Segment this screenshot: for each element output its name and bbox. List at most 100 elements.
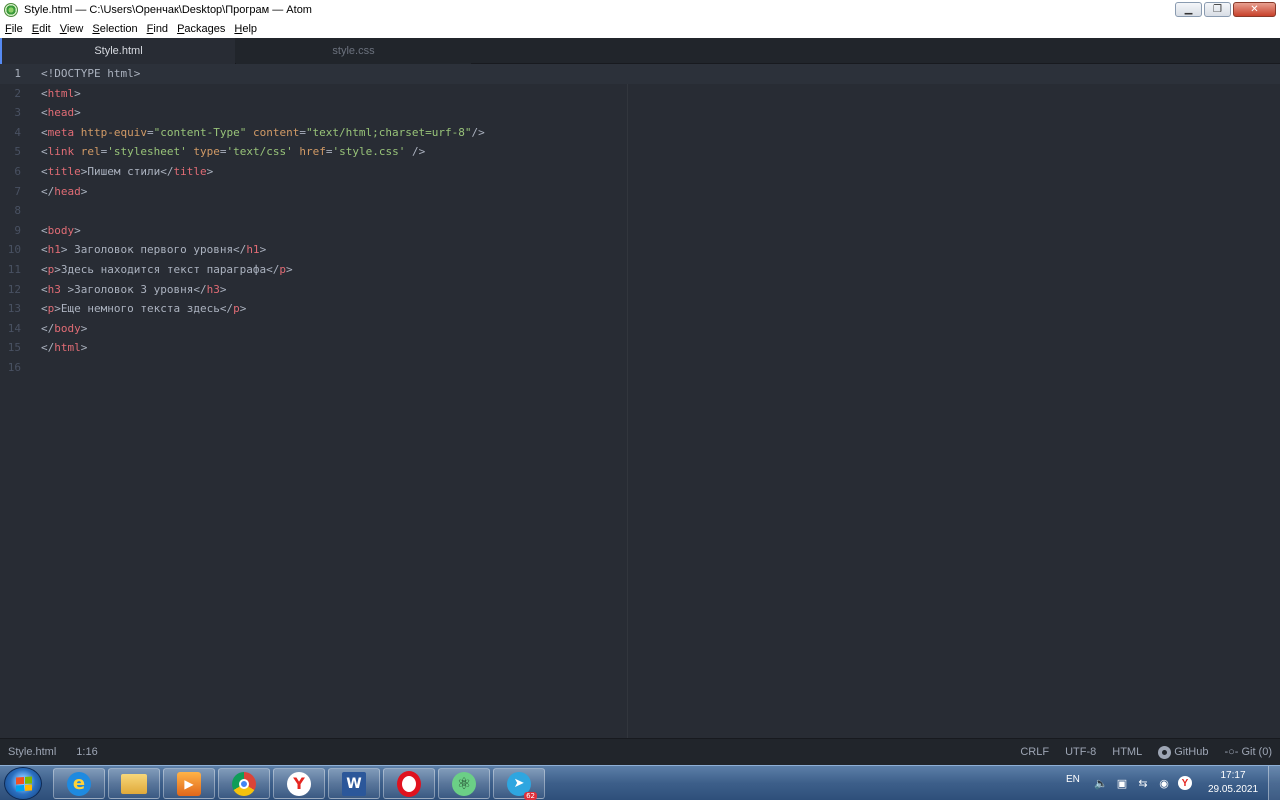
menu-packages[interactable]: Packages xyxy=(177,23,225,35)
start-button[interactable] xyxy=(4,767,42,800)
menu-view[interactable]: View xyxy=(60,23,84,35)
taskbar-yandex-browser[interactable]: Y xyxy=(273,768,325,799)
code-token: = xyxy=(146,125,154,139)
code-line[interactable]: 6 <title>Пишем стили</title> xyxy=(0,162,1280,182)
code-line[interactable]: 2 <html> xyxy=(0,84,1280,104)
language-indicator[interactable]: EN xyxy=(1066,774,1080,785)
code-token: body xyxy=(54,321,81,335)
taskbar-chrome[interactable] xyxy=(218,768,270,799)
code-line[interactable]: 14 </body> xyxy=(0,319,1280,339)
status-github[interactable]: GitHub xyxy=(1158,745,1208,759)
line-number: 13 xyxy=(7,302,21,316)
status-git-label: Git (0) xyxy=(1241,746,1272,758)
taskbar-opera[interactable] xyxy=(383,768,435,799)
taskbar-word[interactable]: W xyxy=(328,768,380,799)
show-desktop-button[interactable] xyxy=(1268,766,1280,800)
tab-style-css[interactable]: style.css xyxy=(236,38,471,64)
code-line[interactable]: 11 <p>Здесь находится текст параграфа</p> xyxy=(0,260,1280,280)
windows-taskbar: e ▶ Y W ⚛ ➤ 62 EN 🔈 ▣ ⇆ ◉ Y 17:17 29.05.… xyxy=(0,765,1280,800)
window-title: Style.html — C:\Users\Оренчак\Desktop\Пр… xyxy=(24,3,312,16)
taskbar-media-player[interactable]: ▶ xyxy=(163,768,215,799)
menu-find[interactable]: Find xyxy=(147,23,168,35)
status-git[interactable]: -○- Git (0) xyxy=(1224,746,1272,758)
code-line[interactable]: 13 <p>Еще немного текста здесь</p> xyxy=(0,299,1280,319)
status-line-ending[interactable]: CRLF xyxy=(1020,746,1049,758)
menu-help[interactable]: Help xyxy=(234,23,257,35)
code-line[interactable]: 7 </head> xyxy=(0,182,1280,202)
code-token: > xyxy=(80,341,88,355)
yandex-tray-icon[interactable]: Y xyxy=(1178,776,1192,790)
taskbar-telegram[interactable]: ➤ 62 xyxy=(493,768,545,800)
code-token: > xyxy=(259,243,267,257)
menu-help-label: elp xyxy=(242,22,258,35)
status-file-name[interactable]: Style.html xyxy=(8,746,56,758)
code-token: </ xyxy=(41,184,55,198)
code-token: > xyxy=(74,106,81,120)
taskbar-atom[interactable]: ⚛ xyxy=(438,768,490,799)
line-number: 4 xyxy=(14,125,21,139)
line-number: 9 xyxy=(14,223,21,237)
minimize-button[interactable]: ▁ xyxy=(1175,2,1202,17)
opera-icon xyxy=(397,770,421,797)
code-token: >Здесь находится текст параграфа</ xyxy=(54,262,280,276)
code-line[interactable]: 16 xyxy=(0,358,1280,378)
code-token: > xyxy=(286,262,293,276)
code-token: body xyxy=(47,223,75,237)
telegram-icon: ➤ 62 xyxy=(507,771,537,800)
code-editor[interactable]: 1 <!DOCTYPE html> 2 <html> 3 <head> 4 <meta htt… xyxy=(0,64,1280,738)
yandex-icon: Y xyxy=(287,771,311,796)
code-token: h3 xyxy=(206,282,220,296)
code-token: http-equiv xyxy=(80,125,147,139)
code-line[interactable]: 9 <body> xyxy=(0,221,1280,241)
code-line[interactable]: 5 <link rel='stylesheet' type='text/css' … xyxy=(0,142,1280,162)
display-icon[interactable]: ▣ xyxy=(1115,776,1129,790)
code-text: </head> xyxy=(41,182,87,202)
line-number: 1 xyxy=(14,67,21,80)
status-encoding[interactable]: UTF-8 xyxy=(1065,746,1096,758)
code-line[interactable]: 12 <h3 >Заголовок 3 уровня</h3> xyxy=(0,280,1280,300)
code-line[interactable]: 8 xyxy=(0,201,1280,221)
taskbar-file-explorer[interactable] xyxy=(108,768,160,799)
code-token: > xyxy=(80,321,88,335)
code-line[interactable]: 4 <meta http-equiv="content-Type" content… xyxy=(0,123,1280,143)
menu-file[interactable]: File xyxy=(5,23,23,35)
code-token: = xyxy=(299,125,306,139)
code-token: /> xyxy=(405,145,426,159)
code-token: 'stylesheet' xyxy=(107,145,187,159)
code-line[interactable]: 10 <h1> Заголовок первого уровня</h1> xyxy=(0,240,1280,260)
menu-selection[interactable]: Selection xyxy=(92,23,137,35)
code-token: >Заголовок 3 уровня</ xyxy=(60,282,207,296)
code-token: < xyxy=(41,164,48,178)
code-line[interactable]: 3 <head> xyxy=(0,103,1280,123)
code-token: "text/html;charset=urf-8" xyxy=(305,125,472,139)
code-line[interactable]: 15 </html> xyxy=(0,338,1280,358)
clock[interactable]: 17:17 29.05.2021 xyxy=(1203,769,1263,797)
code-text: </body> xyxy=(41,319,87,339)
code-token: rel xyxy=(80,145,101,159)
code-token: "content-Type" xyxy=(153,125,247,139)
code-token: type xyxy=(193,145,220,159)
maximize-button[interactable]: ❐ xyxy=(1204,2,1231,17)
menu-edit[interactable]: Edit xyxy=(32,23,51,35)
taskbar-internet-explorer[interactable]: e xyxy=(53,768,105,799)
code-token: >Пишем стили</ xyxy=(80,164,174,178)
code-token: < xyxy=(41,282,48,296)
code-line[interactable]: 1 <!DOCTYPE html> xyxy=(0,64,1280,84)
line-number: 10 xyxy=(7,243,21,257)
notification-icon[interactable]: ◉ xyxy=(1157,776,1171,790)
status-grammar[interactable]: HTML xyxy=(1112,746,1142,758)
code-token: title xyxy=(47,164,81,178)
chrome-icon xyxy=(232,771,256,796)
tab-style-html[interactable]: Style.html xyxy=(0,38,235,64)
code-token: </ xyxy=(41,341,55,355)
code-text: <meta http-equiv="content-Type" content=… xyxy=(41,123,485,143)
code-token: href xyxy=(299,145,326,159)
close-button[interactable]: ✕ xyxy=(1233,2,1276,17)
status-cursor-position[interactable]: 1:16 xyxy=(76,746,97,758)
volume-icon[interactable]: 🔈 xyxy=(1094,776,1108,790)
editor-lines[interactable]: 1 <!DOCTYPE html> 2 <html> 3 <head> 4 <meta htt… xyxy=(0,64,1280,378)
network-icon[interactable]: ⇆ xyxy=(1136,776,1150,790)
code-text: <body> xyxy=(41,221,81,241)
atom-icon: ⚛ xyxy=(452,771,476,796)
